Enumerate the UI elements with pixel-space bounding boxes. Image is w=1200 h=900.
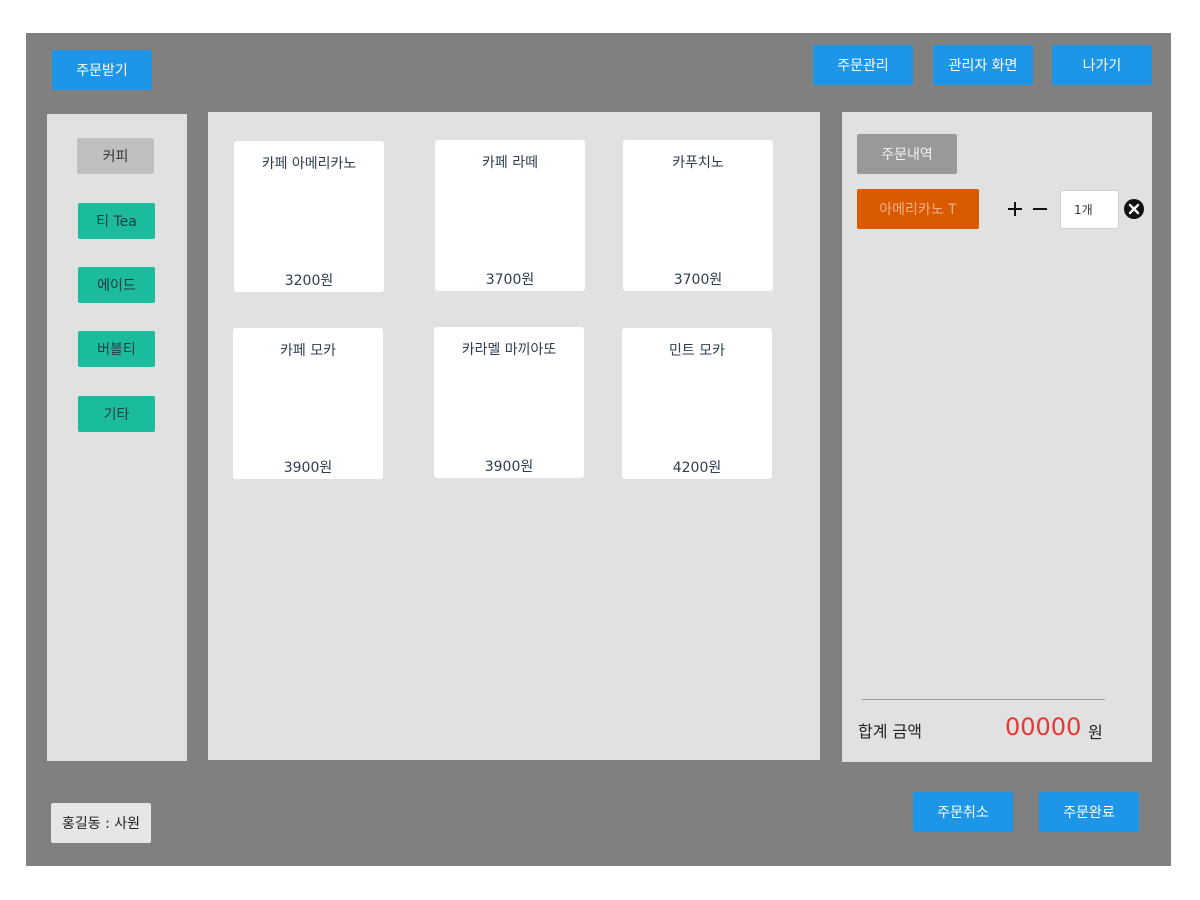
menu-card-caramel-macchiato[interactable]: 카라멜 마끼아또 3900원 [434,327,584,478]
total-label: 합계 금액 [858,722,922,741]
menu-price: 4200원 [672,460,722,476]
quantity-field[interactable]: 1개 [1060,190,1119,229]
category-bubble-tea[interactable]: 버블티 [78,331,155,367]
menu-card-mint-mocha[interactable]: 민트 모카 4200원 [622,328,772,479]
menu-price: 3900원 [283,460,333,476]
menu-name: 카라멜 마끼아또 [461,342,557,358]
exit-button[interactable]: 나가기 [1052,45,1152,85]
menu-card-cappuccino[interactable]: 카푸치노 3700원 [623,140,773,291]
menu-price: 3700원 [485,272,535,288]
order-history-label: 주문내역 [857,134,957,174]
menu-name: 카푸치노 [672,155,724,171]
category-ade[interactable]: 에이드 [78,267,155,303]
receive-order-button[interactable]: 주문받기 [52,50,152,90]
menu-card-americano[interactable]: 카페 아메리카노 3200원 [234,141,384,292]
menu-price: 3700원 [673,272,723,288]
order-manage-button[interactable]: 주문관리 [813,45,913,85]
menu-price: 3900원 [484,459,534,475]
category-etc[interactable]: 기타 [78,396,155,432]
menu-name: 카페 라떼 [482,155,538,171]
minus-icon[interactable] [1032,199,1048,219]
complete-order-button[interactable]: 주문완료 [1039,792,1139,832]
menu-card-latte[interactable]: 카페 라떼 3700원 [435,140,585,291]
menu-card-mocha[interactable]: 카페 모카 3900원 [233,328,383,479]
user-badge: 홍길동 : 사원 [51,803,151,843]
menu-name: 민트 모카 [669,343,725,359]
total-value: 00000 [1005,713,1082,741]
menu-price: 3200원 [284,273,334,289]
category-tea[interactable]: 티 Tea [78,203,155,239]
menu-name: 카페 모카 [280,343,336,359]
menu-name: 카페 아메리카노 [261,156,357,172]
admin-screen-button[interactable]: 관리자 화면 [933,45,1033,85]
category-coffee[interactable]: 커피 [77,138,154,174]
cancel-order-button[interactable]: 주문취소 [913,792,1013,832]
total-unit: 원 [1088,723,1103,742]
plus-icon[interactable] [1006,199,1024,219]
close-circle-icon[interactable] [1123,198,1145,220]
total-divider [862,699,1105,700]
order-item-americano[interactable]: 아메리카노 T [857,189,979,229]
